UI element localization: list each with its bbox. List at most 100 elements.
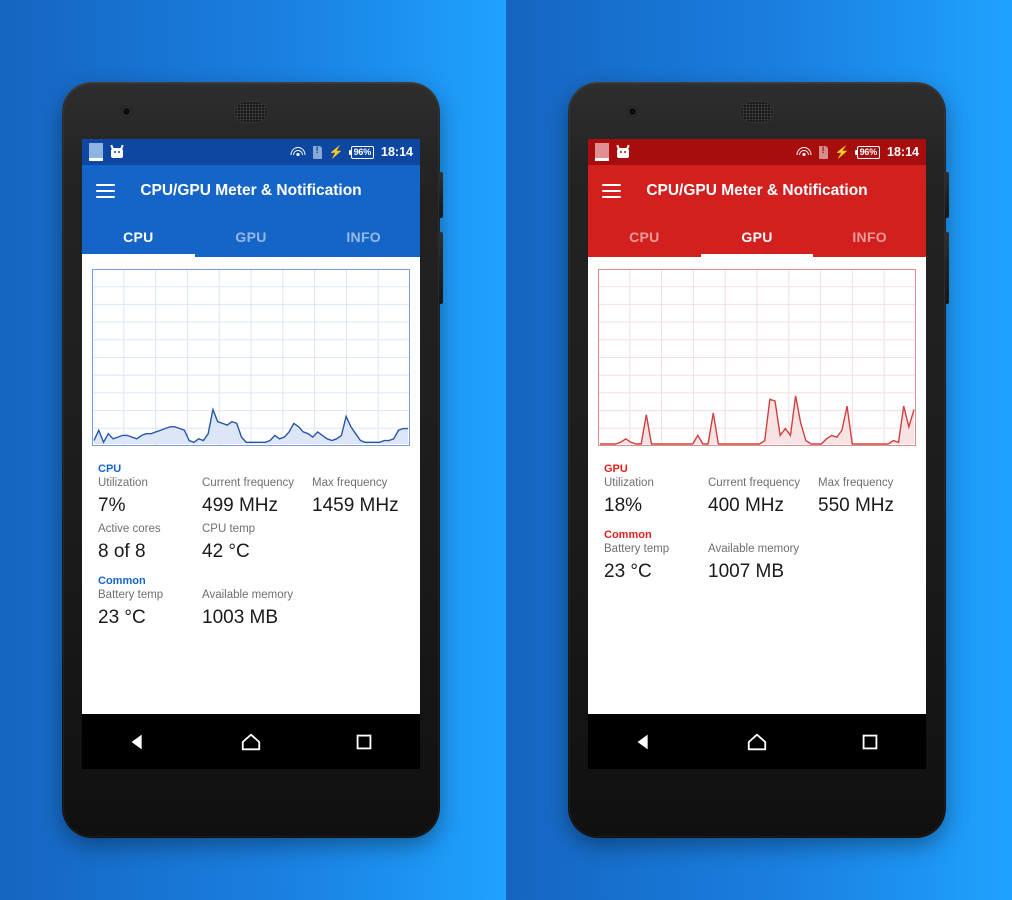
- stat-value: 1007 MB: [708, 561, 785, 582]
- recents-icon[interactable]: [353, 731, 375, 753]
- tab-gpu[interactable]: GPU: [701, 217, 814, 257]
- volume-button[interactable]: [439, 232, 443, 304]
- stat-label: Battery temp: [98, 589, 164, 601]
- front-camera-icon: [628, 107, 637, 116]
- back-icon[interactable]: [633, 731, 655, 753]
- power-button[interactable]: [945, 172, 949, 218]
- page-title: CPU/GPU Meter & Notification: [646, 182, 868, 199]
- stat-current-frequency: Current frequency 400 MHz: [708, 476, 818, 520]
- group-title-common: Common: [604, 529, 652, 541]
- stats-panel: CPU Utilization 7% Current frequency 499…: [82, 450, 420, 632]
- power-button[interactable]: [439, 172, 443, 218]
- tab-bar: CPU GPU INFO: [588, 217, 926, 257]
- stat-value: 1003 MB: [202, 607, 279, 628]
- charging-bolt-icon: ⚡: [834, 145, 850, 159]
- app-bar: CPU/GPU Meter & Notification: [82, 165, 420, 217]
- stat-battery-temp: Battery temp 23 °C: [98, 588, 202, 632]
- cpu-utilization-chart: [92, 269, 410, 446]
- stat-value: 400 MHz: [708, 495, 785, 516]
- android-nav-bar: [82, 714, 420, 769]
- screenshot-canvas: ⚡ 96% 18:14 CPU/GPU Meter & Notification…: [0, 0, 1012, 900]
- status-bar-left-icons: [89, 143, 124, 161]
- stat-label: Available memory: [708, 543, 800, 555]
- stat-value: 23 °C: [604, 561, 652, 582]
- android-robot-icon: [110, 144, 124, 159]
- earpiece-speaker-icon: [740, 101, 774, 123]
- stat-label: Available memory: [202, 589, 294, 601]
- phone-screen: ⚡ 96% 18:14 CPU/GPU Meter & Notification…: [588, 139, 926, 714]
- phone-device-cpu: ⚡ 96% 18:14 CPU/GPU Meter & Notification…: [62, 82, 443, 838]
- stat-available-memory: Available memory 1003 MB: [202, 588, 312, 632]
- stats-row: Utilization 18% Current frequency 400 MH…: [604, 476, 910, 520]
- stat-max-frequency: Max frequency 550 MHz: [818, 476, 894, 520]
- charging-bolt-icon: ⚡: [328, 145, 344, 159]
- android-nav-bar: [588, 714, 926, 769]
- sim-card-alert-icon: [312, 145, 322, 159]
- stat-max-frequency: Max frequency 1459 MHz: [312, 476, 399, 520]
- stat-label: Current frequency: [202, 477, 295, 489]
- stats-row: Active cores 8 of 8 CPU temp 42 °C: [98, 522, 404, 566]
- menu-icon[interactable]: [96, 184, 115, 198]
- stats-panel: GPU Utilization 18% Current frequency 40…: [588, 450, 926, 586]
- tab-indicator: [700, 254, 814, 257]
- status-bar: ⚡ 96% 18:14: [82, 139, 420, 165]
- stat-label: Current frequency: [708, 477, 801, 489]
- stat-value: 23 °C: [98, 607, 146, 628]
- stat-value: 18%: [604, 495, 643, 516]
- stat-value: 550 MHz: [818, 495, 895, 516]
- app-bar: CPU/GPU Meter & Notification: [588, 165, 926, 217]
- stat-utilization: Utilization 18%: [604, 476, 708, 520]
- page-title: CPU/GPU Meter & Notification: [140, 182, 362, 199]
- stat-label: Max frequency: [818, 477, 894, 489]
- gpu-chart-svg: [598, 269, 916, 446]
- phone-screen: ⚡ 96% 18:14 CPU/GPU Meter & Notification…: [82, 139, 420, 714]
- wifi-icon: [796, 146, 812, 158]
- tab-gpu[interactable]: GPU: [195, 217, 308, 257]
- stat-label: Max frequency: [312, 477, 388, 489]
- status-bar-right-icons: ⚡ 96% 18:14: [290, 145, 413, 159]
- wifi-icon: [290, 146, 306, 158]
- recents-icon[interactable]: [859, 731, 881, 753]
- tab-cpu[interactable]: CPU: [82, 217, 195, 257]
- stat-current-frequency: Current frequency 499 MHz: [202, 476, 312, 520]
- group-title-common: Common: [98, 575, 146, 587]
- sim-card-alert-icon: [818, 145, 828, 159]
- tab-bar: CPU GPU INFO: [82, 217, 420, 257]
- group-title-gpu: GPU: [604, 463, 628, 475]
- phone-device-gpu: ⚡ 96% 18:14 CPU/GPU Meter & Notification…: [568, 82, 949, 838]
- android-robot-icon: [616, 144, 630, 159]
- stat-value: 42 °C: [202, 541, 250, 562]
- home-icon[interactable]: [746, 731, 768, 753]
- status-clock: 18:14: [381, 145, 413, 159]
- stat-cpu-temp: CPU temp 42 °C: [202, 522, 312, 566]
- status-clock: 18:14: [887, 145, 919, 159]
- screenshot-icon: [89, 143, 103, 161]
- back-icon[interactable]: [127, 731, 149, 753]
- status-bar: ⚡ 96% 18:14: [588, 139, 926, 165]
- front-camera-icon: [122, 107, 131, 116]
- stat-utilization: Utilization 7%: [98, 476, 202, 520]
- menu-icon[interactable]: [602, 184, 621, 198]
- stats-row: Battery temp 23 °C Available memory 1007…: [604, 542, 910, 586]
- tab-info[interactable]: INFO: [813, 217, 926, 257]
- stat-label: Battery temp: [604, 543, 670, 555]
- chart-container: [588, 257, 926, 450]
- home-icon[interactable]: [240, 731, 262, 753]
- volume-button[interactable]: [945, 232, 949, 304]
- tab-info[interactable]: INFO: [307, 217, 420, 257]
- cpu-chart-svg: [92, 269, 410, 446]
- group-title-cpu: CPU: [98, 463, 122, 475]
- stat-label: Utilization: [604, 477, 654, 489]
- earpiece-speaker-icon: [234, 101, 268, 123]
- stat-active-cores: Active cores 8 of 8: [98, 522, 202, 566]
- stat-label: CPU temp: [202, 523, 256, 535]
- tab-cpu[interactable]: CPU: [588, 217, 701, 257]
- status-bar-right-icons: ⚡ 96% 18:14: [796, 145, 919, 159]
- battery-percent-badge: 96%: [854, 145, 881, 159]
- stat-value: 499 MHz: [202, 495, 279, 516]
- stat-label: Active cores: [98, 523, 161, 535]
- chart-container: [82, 257, 420, 450]
- stats-row: Utilization 7% Current frequency 499 MHz…: [98, 476, 404, 520]
- stat-value: 8 of 8: [98, 541, 146, 562]
- stats-row: Battery temp 23 °C Available memory 1003…: [98, 588, 404, 632]
